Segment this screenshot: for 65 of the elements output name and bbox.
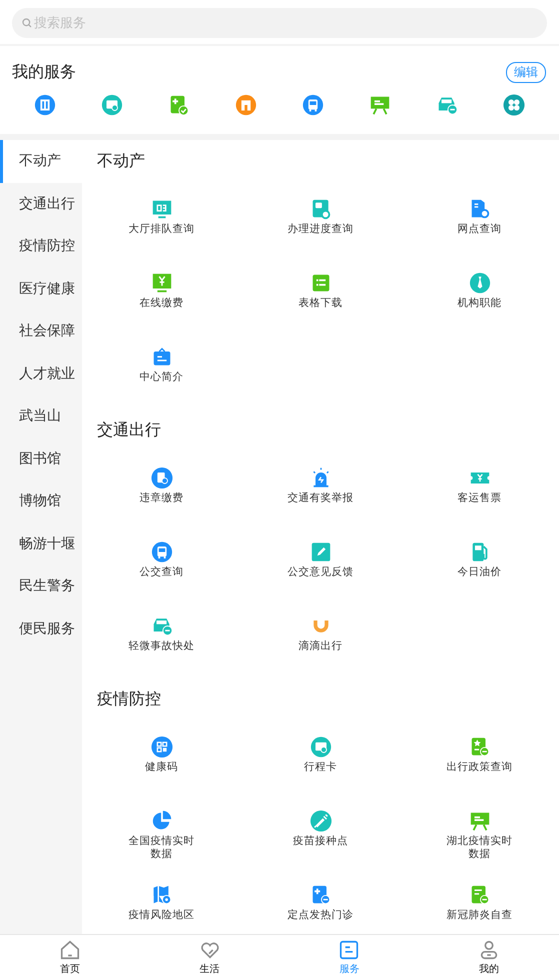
sidebar-item[interactable]: 图书馆 <box>0 438 82 480</box>
sidebar-item[interactable]: 人才就业 <box>0 352 82 395</box>
document-icon <box>338 938 360 960</box>
service-item[interactable]: 公交意见反馈 <box>241 525 400 599</box>
tab-bar-item[interactable]: 我的 <box>419 935 559 979</box>
service-item[interactable]: 疫情风险地区 <box>82 868 241 934</box>
service-item[interactable]: 中心简介 <box>82 330 241 404</box>
easel-board-icon <box>368 94 391 116</box>
service-item[interactable]: 在线缴费 <box>82 256 241 330</box>
building-icon <box>34 94 56 116</box>
medical-document-icon <box>168 94 190 116</box>
service-item[interactable]: 客运售票 <box>400 451 559 525</box>
service-item[interactable]: 公交查询 <box>82 525 241 599</box>
service-item[interactable]: 出行政策查询 <box>400 720 559 794</box>
service-item[interactable]: 表格下载 <box>241 256 400 330</box>
service-item[interactable]: 湖北疫情实时数据 <box>400 794 559 868</box>
service-item[interactable]: 行程卡 <box>241 720 400 794</box>
service-item[interactable]: 网点查询 <box>400 182 559 256</box>
service-item[interactable]: 机构职能 <box>400 256 559 330</box>
syringe-icon <box>310 810 332 832</box>
service-item[interactable]: 新冠肺炎自查 <box>400 868 559 934</box>
service-item[interactable]: 办理进度查询 <box>241 182 400 256</box>
sidebar-item[interactable]: 交通出行 <box>0 182 82 225</box>
pie-chart-icon <box>150 810 172 832</box>
service-item[interactable]: 定点发热门诊 <box>241 868 400 934</box>
service-item[interactable]: 违章缴费 <box>82 451 241 525</box>
sidebar-item[interactable]: 医疗健康 <box>0 268 82 310</box>
apps-icon <box>502 94 525 116</box>
section-title: 疫情防控 <box>96 688 162 710</box>
sidebar-item[interactable]: 疫情防控 <box>0 225 82 268</box>
tab-bar-item[interactable]: 生活 <box>140 935 280 979</box>
sidebar-item[interactable]: 便民服务 <box>0 608 82 650</box>
service-item[interactable]: 交通有奖举报 <box>241 451 400 525</box>
service-item[interactable]: 全国疫情实时数据 <box>82 794 241 868</box>
sidebar-item[interactable]: 畅游十堰 <box>0 522 82 565</box>
section-title: 交通出行 <box>96 418 162 440</box>
sidebar-item[interactable]: 不动产 <box>0 140 82 182</box>
map-icon <box>150 884 172 906</box>
shirt-icon <box>235 94 258 116</box>
service-item[interactable]: 疫苗接种点 <box>241 794 400 868</box>
card-icon <box>310 736 332 758</box>
qr-code-icon <box>150 736 172 758</box>
service-item[interactable]: 健康码 <box>82 720 241 794</box>
pencil-icon <box>310 541 332 563</box>
bus-icon <box>150 541 172 563</box>
service-item[interactable]: 大厅排队查询 <box>82 182 241 256</box>
monitor-icon <box>150 198 172 220</box>
search-icon <box>22 18 32 28</box>
service-item[interactable]: 滴滴出行 <box>241 599 400 673</box>
sidebar-item[interactable]: 民生警务 <box>0 565 82 608</box>
yen-monitor-icon <box>150 272 172 294</box>
section-title: 我的服务 <box>12 62 76 82</box>
card-icon <box>101 94 124 116</box>
section-title: 不动产 <box>96 150 146 172</box>
sidebar-item[interactable]: 博物馆 <box>0 480 82 522</box>
tab-bar-item[interactable]: 首页 <box>0 935 140 979</box>
home-icon <box>58 938 81 960</box>
sidebar-item[interactable]: 社会保障 <box>0 310 82 352</box>
document-icon <box>150 467 172 489</box>
bus-icon <box>302 94 324 116</box>
easel-board-icon <box>468 810 490 832</box>
tie-icon <box>468 272 490 294</box>
sidebar-item[interactable]: 武当山 <box>0 395 82 438</box>
service-item[interactable]: 今日油价 <box>400 525 559 599</box>
service-item[interactable]: 轻微事故快处 <box>82 599 241 673</box>
